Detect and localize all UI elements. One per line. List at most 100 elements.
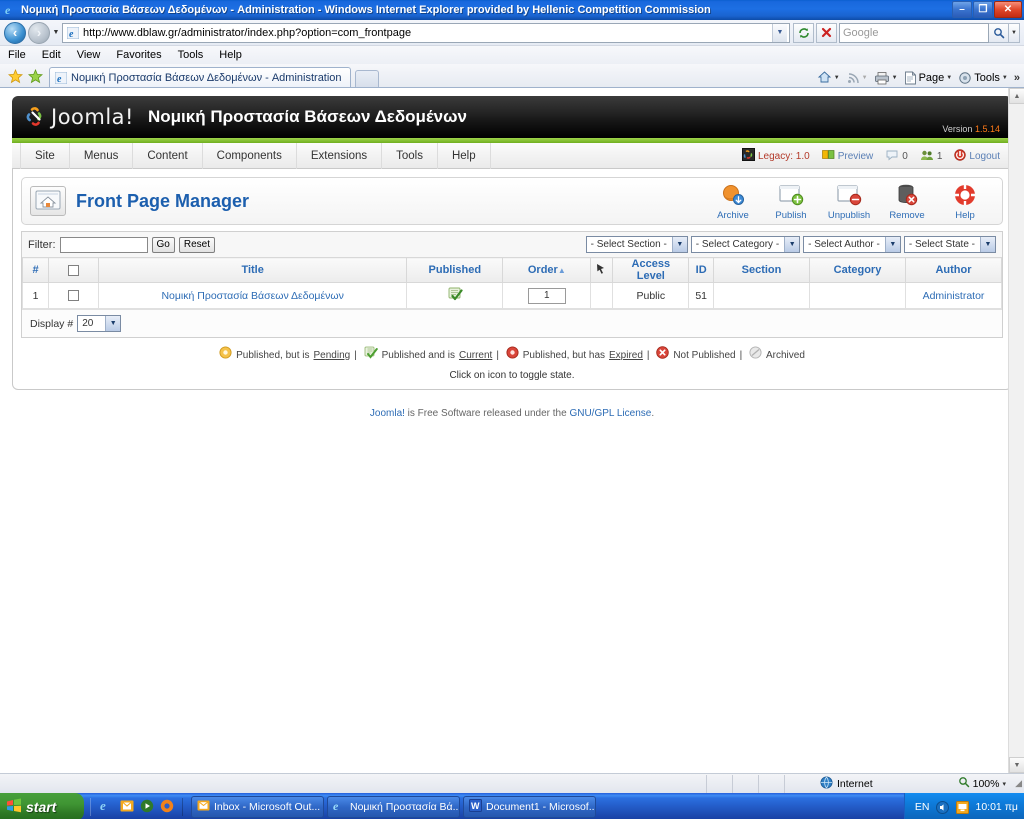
taskbar-item-outlook[interactable]: Inbox - Microsoft Out... — [191, 796, 324, 818]
nav-tools[interactable]: Tools — [382, 142, 438, 169]
minimize-button[interactable]: – — [952, 1, 972, 18]
search-provider-dropdown-icon[interactable]: ▼ — [1009, 22, 1020, 43]
pending-icon — [219, 346, 232, 365]
zoom-dropdown-icon[interactable]: ▾ — [1002, 780, 1006, 788]
page-menu-button[interactable]: Page ▼ — [904, 71, 952, 85]
zoom-control[interactable]: 100% ▾ — [958, 776, 1006, 791]
print-icon[interactable]: ▼ — [874, 71, 898, 85]
footer-brand-link[interactable]: Joomla! — [370, 408, 405, 419]
toolbar-remove-button[interactable]: Remove — [884, 182, 930, 221]
toolbar-publish-button[interactable]: Publish — [768, 182, 814, 221]
th-order-save[interactable] — [590, 257, 614, 283]
select-state[interactable]: - Select State - ▼ — [903, 236, 996, 253]
back-button[interactable]: ‹ — [4, 21, 26, 44]
home-icon[interactable]: ▼ — [817, 70, 840, 85]
nav-components[interactable]: Components — [203, 142, 297, 169]
preview-link[interactable]: Preview — [818, 149, 878, 164]
menu-tools[interactable]: Tools — [178, 49, 204, 61]
footer-license-link[interactable]: GNU/GPL License — [569, 408, 651, 419]
toolbar-unpublish-button[interactable]: Unpublish — [826, 182, 872, 221]
menu-file[interactable]: File — [8, 49, 26, 61]
nav-menus[interactable]: Menus — [70, 142, 134, 169]
browser-tab[interactable]: e Νομική Προστασία Βάσεων Δεδομένων - Ad… — [49, 67, 351, 87]
taskbar-item-ie[interactable]: e Νομική Προστασία Βά... — [327, 796, 460, 818]
messages-indicator[interactable]: 0 — [881, 149, 912, 164]
toolbar-archive-button[interactable]: Archive — [710, 182, 756, 221]
recent-pages-dropdown-icon[interactable]: ▼ — [50, 29, 62, 36]
row-checkbox[interactable] — [68, 290, 79, 302]
system-tray: EN 10:01 πμ — [903, 793, 1024, 819]
order-input[interactable]: 1 — [527, 287, 566, 304]
published-current-icon[interactable] — [447, 287, 463, 305]
security-zone-label: Internet — [837, 777, 873, 790]
filter-go-button[interactable]: Go — [151, 236, 175, 253]
legend-expired-link[interactable]: Expired — [609, 348, 643, 364]
clock[interactable]: 10:01 πμ — [976, 801, 1019, 813]
toolbar-overflow-icon[interactable]: » — [1014, 72, 1020, 84]
favorites-center-icon[interactable] — [5, 66, 25, 86]
joomla-header: Joomla! Νομική Προστασία Βάσεων Δεδομένω… — [12, 96, 1012, 138]
filter-group: Filter: Go Reset — [28, 236, 215, 253]
taskbar-item-word[interactable]: W Document1 - Microsof... — [463, 796, 596, 818]
toolbar-help-button[interactable]: Help — [942, 182, 988, 221]
search-input[interactable]: Google — [843, 27, 985, 39]
filter-reset-button[interactable]: Reset — [178, 236, 215, 253]
th-order[interactable]: Order▲ — [502, 257, 592, 283]
select-author[interactable]: - Select Author - ▼ — [803, 236, 901, 253]
nav-extensions[interactable]: Extensions — [297, 142, 383, 169]
th-published[interactable]: Published — [406, 257, 504, 283]
ie-quicklaunch-icon[interactable]: e — [99, 798, 114, 816]
th-title[interactable]: Title — [97, 257, 408, 283]
media-quicklaunch-icon[interactable] — [140, 799, 154, 816]
menu-edit[interactable]: Edit — [42, 49, 61, 61]
nav-site[interactable]: Site — [20, 142, 70, 169]
url-bar[interactable]: e http://www.dblaw.gr/administrator/inde… — [62, 22, 790, 43]
menu-favorites[interactable]: Favorites — [116, 49, 161, 61]
filter-input[interactable] — [59, 236, 148, 253]
resize-grip[interactable]: ◢ — [1015, 778, 1022, 789]
logout-button[interactable]: Logout — [950, 148, 1004, 164]
search-box[interactable]: Google — [839, 22, 989, 43]
add-to-favorites-icon[interactable] — [25, 66, 45, 86]
display-count-select[interactable]: 20 ▼ — [77, 315, 122, 332]
zoom-icon — [958, 776, 970, 791]
refresh-button[interactable] — [793, 22, 814, 43]
logged-users-indicator[interactable]: 1 — [916, 149, 947, 164]
scroll-up-icon[interactable]: ▲ — [1009, 88, 1024, 104]
th-access-level[interactable]: Access Level — [612, 257, 690, 283]
search-go-icon[interactable] — [989, 22, 1009, 43]
maximize-button[interactable]: ❐ — [973, 1, 993, 18]
select-section[interactable]: - Select Section - ▼ — [585, 236, 688, 253]
scroll-down-icon[interactable]: ▼ — [1009, 757, 1024, 773]
select-all-checkbox[interactable] — [68, 264, 79, 276]
legend-pending-link[interactable]: Pending — [314, 348, 351, 364]
network-icon[interactable] — [956, 800, 970, 814]
nav-content[interactable]: Content — [133, 142, 203, 169]
url-dropdown-icon[interactable]: ▼ — [772, 23, 787, 42]
th-author[interactable]: Author — [905, 257, 1002, 283]
close-button[interactable]: ✕ — [994, 1, 1022, 18]
outlook-quicklaunch-icon[interactable] — [120, 799, 134, 816]
firefox-quicklaunch-icon[interactable] — [160, 799, 174, 816]
nav-help[interactable]: Help — [438, 142, 491, 169]
tools-menu-button[interactable]: Tools ▼ — [958, 71, 1008, 85]
legend-current-link[interactable]: Current — [459, 348, 492, 364]
legacy-indicator[interactable]: Legacy: 1.0 — [738, 148, 814, 164]
article-title-link[interactable]: Νομική Προστασία Βάσεων Δεδομένων — [161, 290, 343, 302]
th-id[interactable]: ID — [688, 257, 714, 283]
new-tab-button[interactable] — [354, 70, 379, 87]
page-scrollbar[interactable]: ▲ ▼ — [1008, 88, 1024, 773]
start-button[interactable]: start — [0, 793, 84, 819]
th-category[interactable]: Category — [809, 257, 906, 283]
security-zone[interactable]: Internet — [820, 776, 873, 792]
menu-view[interactable]: View — [77, 49, 101, 61]
select-category[interactable]: - Select Category - ▼ — [690, 236, 801, 253]
th-section[interactable]: Section — [713, 257, 810, 283]
volume-icon[interactable] — [936, 800, 950, 814]
menu-help[interactable]: Help — [219, 49, 242, 61]
author-link[interactable]: Administrator — [923, 290, 985, 302]
feed-icon[interactable]: ▼ — [846, 71, 868, 85]
language-indicator[interactable]: EN — [915, 801, 930, 813]
stop-button[interactable] — [816, 22, 837, 43]
forward-button[interactable]: › — [28, 21, 50, 44]
